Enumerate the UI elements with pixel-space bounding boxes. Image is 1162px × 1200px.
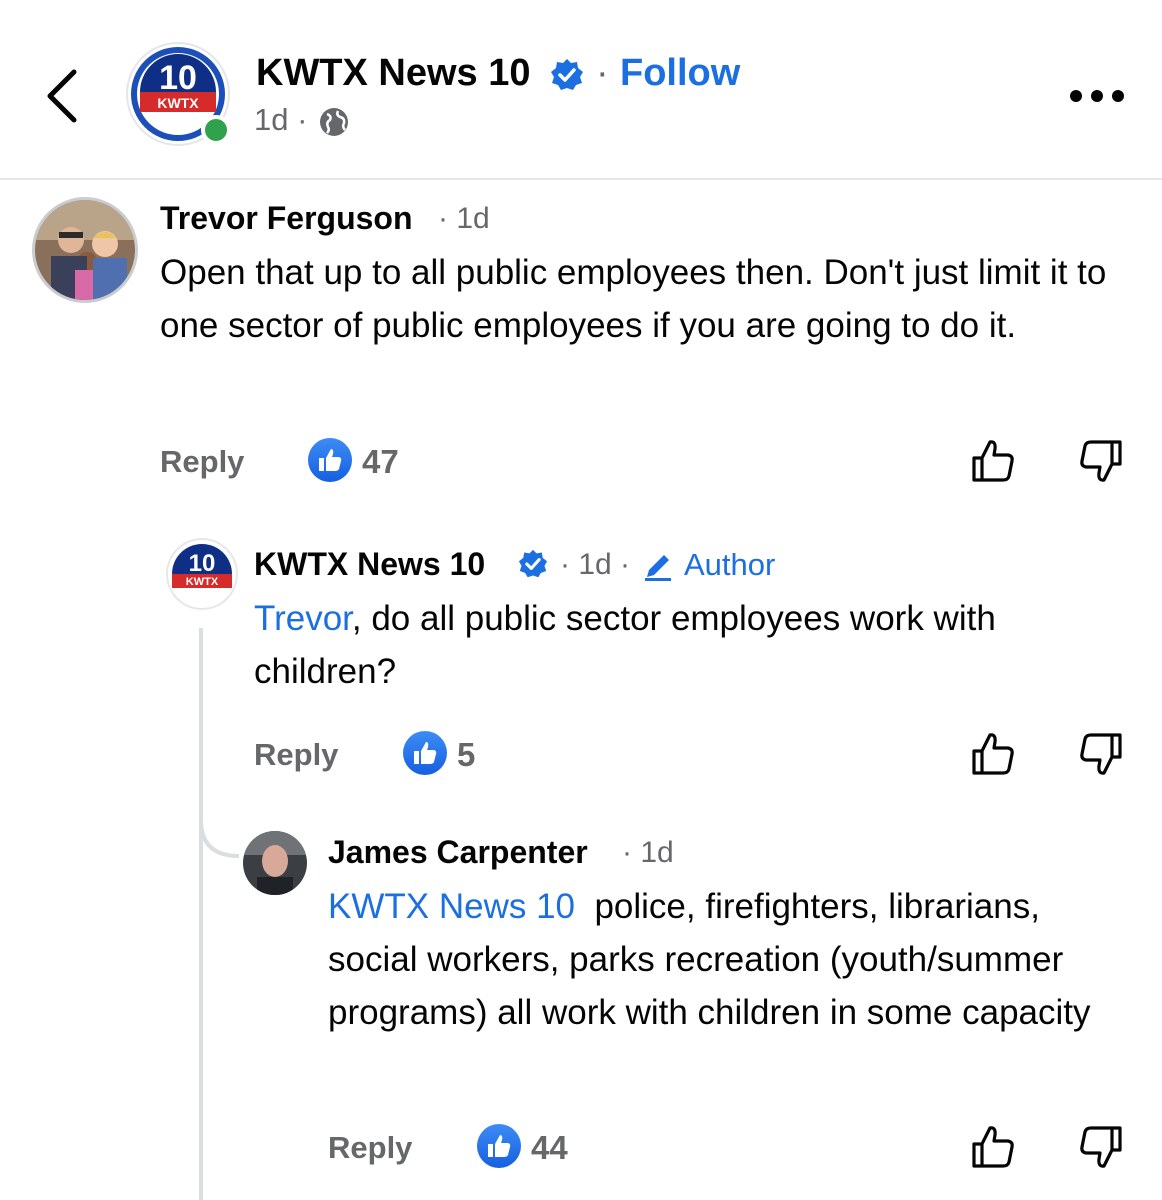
commenter-avatar[interactable] <box>32 197 138 303</box>
comment-time: · 1d <box>622 836 674 869</box>
like-badge-icon <box>477 1124 521 1168</box>
post-header: 10 KWTX KWTX News 10 · Follow 1d · <box>0 0 1162 180</box>
comment-text: , do all public sector employees work wi… <box>254 599 996 691</box>
thumbs-up-icon[interactable] <box>970 1124 1016 1170</box>
comment-author[interactable]: James Carpenter <box>328 834 588 871</box>
comment-body: KWTX News 10 police, firefighters, libra… <box>328 880 1118 1039</box>
post-age: 1d · <box>254 102 308 137</box>
commenter-avatar[interactable]: 10 KWTX <box>166 538 238 610</box>
reply-button[interactable]: Reply <box>254 737 338 773</box>
online-status-dot <box>201 115 231 145</box>
back-chevron-icon[interactable] <box>40 68 84 124</box>
follow-button[interactable]: Follow <box>620 52 740 95</box>
verified-badge-icon <box>518 549 548 578</box>
thumbs-down-icon[interactable] <box>1078 1124 1124 1170</box>
page-avatar[interactable]: 10 KWTX <box>126 42 234 150</box>
header-separator: · <box>596 52 609 94</box>
thumbs-up-icon[interactable] <box>970 438 1016 484</box>
comment-text: Open that up to all public employees the… <box>160 253 1107 345</box>
mention-link[interactable]: KWTX News 10 <box>328 887 575 926</box>
comment-time: · 1d · <box>560 548 631 581</box>
like-count: 44 <box>531 1129 568 1166</box>
like-count: 47 <box>362 443 399 480</box>
like-badge-icon <box>403 731 447 775</box>
logo-letters: KWTX <box>186 576 219 588</box>
verified-badge-icon <box>551 59 583 90</box>
like-badge-icon <box>308 438 352 482</box>
comment-author[interactable]: Trevor Ferguson <box>160 200 413 237</box>
reply-button[interactable]: Reply <box>328 1130 412 1166</box>
thread-line-main <box>199 628 203 1200</box>
logo-number: 10 <box>189 550 216 577</box>
commenter-avatar[interactable] <box>243 831 307 895</box>
comment-body: Open that up to all public employees the… <box>160 246 1130 352</box>
pencil-icon <box>645 555 671 581</box>
like-count: 5 <box>457 736 476 773</box>
thread-connector <box>199 820 240 858</box>
author-tag: Author <box>684 547 776 582</box>
logo-letters: KWTX <box>157 95 199 111</box>
logo-number: 10 <box>159 59 197 97</box>
comment-author[interactable]: KWTX News 10 <box>254 546 485 583</box>
comment-time: · 1d <box>438 202 490 235</box>
mention-link[interactable]: Trevor <box>254 599 352 638</box>
more-options-icon[interactable] <box>1068 86 1126 106</box>
thumbs-down-icon[interactable] <box>1078 731 1124 777</box>
thumbs-up-icon[interactable] <box>970 731 1016 777</box>
comment-body: Trevor, do all public sector employees w… <box>254 592 1134 698</box>
thumbs-down-icon[interactable] <box>1078 438 1124 484</box>
reply-button[interactable]: Reply <box>160 444 244 480</box>
globe-icon <box>320 108 348 136</box>
page-title[interactable]: KWTX News 10 <box>256 52 531 95</box>
